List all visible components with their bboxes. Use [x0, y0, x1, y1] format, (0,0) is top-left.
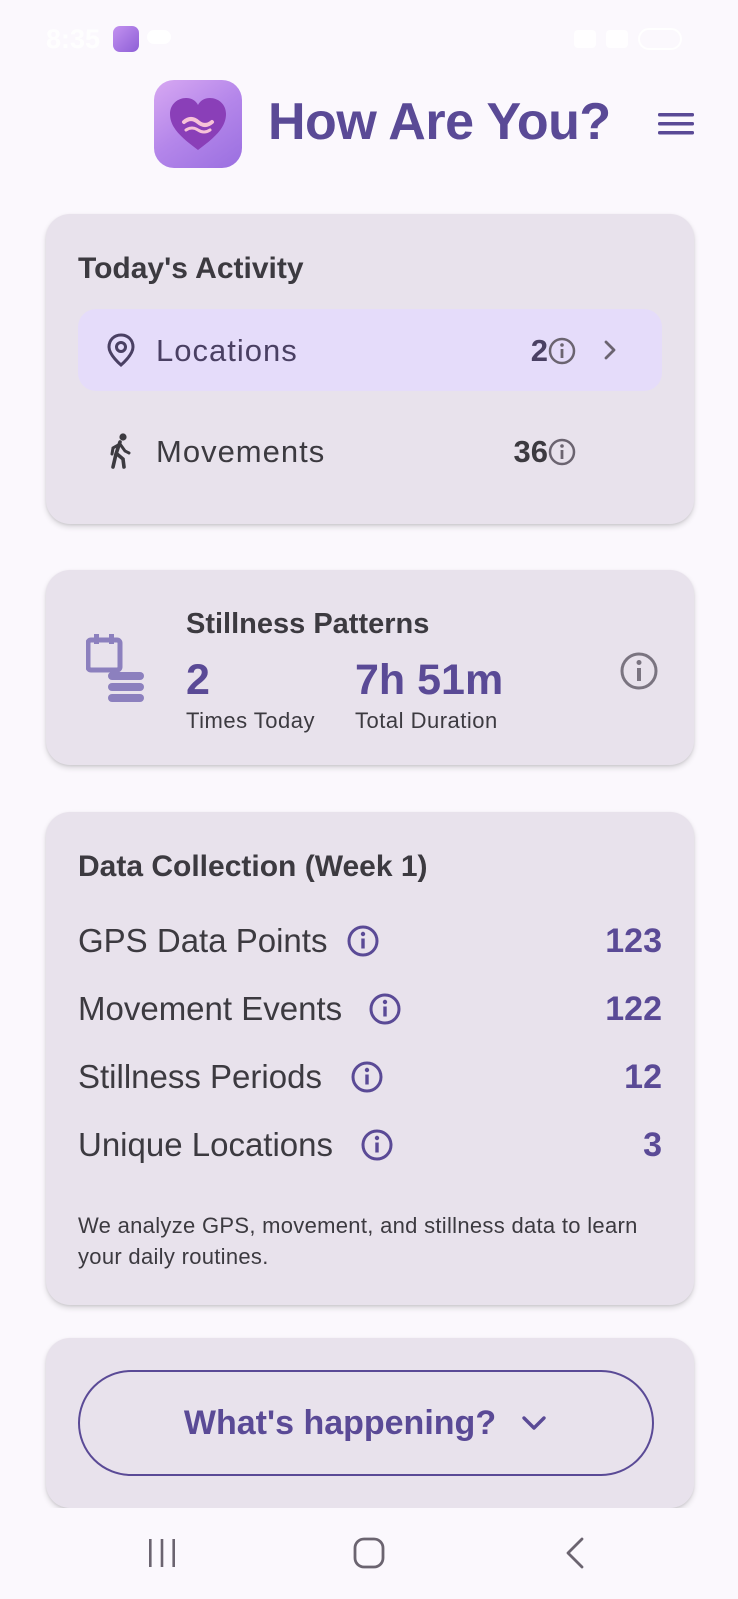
back-icon[interactable]	[562, 1536, 588, 1570]
recent-apps-icon[interactable]	[146, 1536, 178, 1570]
data-row-label: Stillness Periods	[78, 1058, 322, 1095]
heart-logo-icon	[154, 80, 242, 168]
whats-happening-button[interactable]: What's happening?	[78, 1370, 654, 1476]
info-icon[interactable]	[368, 992, 402, 1026]
data-collection-title: Data Collection (Week 1)	[78, 850, 428, 883]
data-row-value: 12	[624, 1058, 662, 1096]
info-icon[interactable]	[618, 650, 660, 692]
chevron-down-icon	[520, 1413, 548, 1433]
status-icons	[574, 28, 682, 50]
status-time: 8:35	[46, 24, 101, 54]
data-collection-note: We analyze GPS, movement, and stillness …	[78, 1213, 638, 1269]
todays-activity-card: Today's Activity Locations 2 Movements 3…	[46, 214, 694, 524]
data-row-label: GPS Data Points	[78, 922, 328, 959]
app-header: How Are You?	[0, 78, 738, 170]
mute-icon	[574, 30, 596, 48]
movements-row[interactable]: Movements 36	[78, 410, 662, 492]
chevron-right-icon[interactable]	[598, 337, 622, 363]
wifi-icon	[606, 30, 628, 48]
data-collection-card: Data Collection (Week 1) GPS Data Points…	[46, 812, 694, 1305]
walking-person-icon	[102, 432, 140, 470]
calendar-list-icon	[85, 632, 146, 704]
home-icon[interactable]	[352, 1536, 386, 1570]
locations-count: 2	[530, 333, 548, 368]
data-row-gps: GPS Data Points 123	[78, 916, 662, 964]
hamburger-menu-icon[interactable]	[656, 104, 696, 144]
times-today-value: 2	[186, 656, 210, 704]
movements-count: 36	[513, 434, 548, 469]
whats-happening-card: What's happening?	[46, 1338, 694, 1508]
system-nav-bar	[0, 1508, 738, 1599]
total-duration-label: Total Duration	[355, 708, 498, 733]
movements-label: Movements	[156, 434, 326, 469]
locations-label: Locations	[156, 333, 298, 368]
data-row-unique-locations: Unique Locations 3	[78, 1120, 662, 1168]
whats-happening-label: What's happening?	[183, 1403, 497, 1442]
app-title: How Are You?	[268, 93, 611, 151]
info-icon[interactable]	[547, 437, 577, 467]
notification-app-icon	[113, 26, 139, 52]
data-row-value: 122	[605, 990, 662, 1028]
data-row-label: Movement Events	[78, 990, 343, 1027]
todays-activity-title: Today's Activity	[78, 252, 304, 285]
locations-row[interactable]: Locations 2	[78, 309, 662, 391]
battery-icon	[638, 28, 682, 50]
info-icon[interactable]	[350, 1060, 384, 1094]
info-icon[interactable]	[360, 1128, 394, 1162]
total-duration-value: 7h 51m	[355, 656, 504, 704]
stillness-title: Stillness Patterns	[186, 608, 430, 640]
data-row-value: 123	[605, 922, 662, 960]
data-row-movement: Movement Events 122	[78, 984, 662, 1032]
data-row-value: 3	[643, 1126, 662, 1164]
status-bar: 8:35	[0, 0, 738, 72]
data-row-label: Unique Locations	[78, 1126, 334, 1163]
cloud-icon	[147, 30, 171, 44]
times-today-label: Times Today	[186, 708, 315, 733]
info-icon[interactable]	[346, 924, 380, 958]
data-row-stillness: Stillness Periods 12	[78, 1052, 662, 1100]
location-pin-icon	[102, 331, 140, 369]
info-icon[interactable]	[547, 336, 577, 366]
stillness-patterns-card: Stillness Patterns 2 Times Today 7h 51m …	[46, 570, 694, 765]
